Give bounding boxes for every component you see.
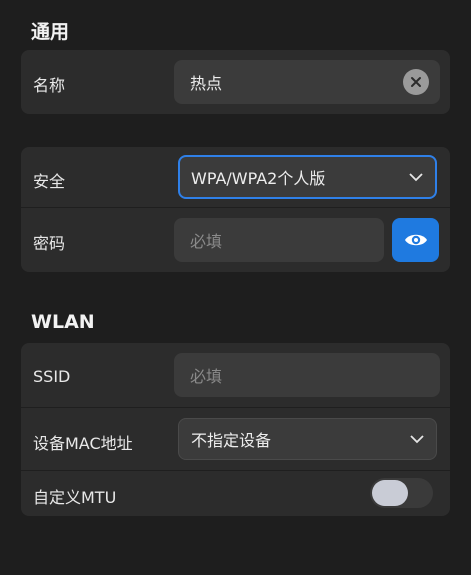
security-card: 安全 WPA/WPA2个人版 密码 必填 — [21, 147, 450, 272]
name-label: 名称 — [33, 76, 66, 95]
name-value: 热点 — [190, 74, 223, 93]
password-label: 密码 — [33, 234, 66, 253]
ssid-input[interactable]: 必填 — [174, 353, 440, 397]
password-input[interactable]: 必填 — [174, 218, 384, 262]
mac-select[interactable]: 不指定设备 — [178, 418, 437, 460]
mtu-label: 自定义MTU — [33, 488, 117, 507]
mac-row: 设备MAC地址 不指定设备 — [21, 408, 450, 470]
security-row: 安全 WPA/WPA2个人版 — [21, 147, 450, 208]
mtu-toggle[interactable] — [370, 478, 433, 508]
mac-label: 设备MAC地址 — [33, 434, 133, 453]
clear-icon[interactable] — [403, 69, 429, 95]
general-section-title: 通用 — [31, 21, 70, 43]
name-field[interactable]: 热点 — [174, 60, 440, 104]
show-password-button[interactable] — [392, 218, 439, 262]
security-label: 安全 — [33, 172, 66, 191]
toggle-knob — [372, 480, 408, 506]
security-value: WPA/WPA2个人版 — [191, 169, 326, 188]
password-placeholder: 必填 — [190, 232, 223, 251]
chevron-down-icon — [410, 435, 424, 444]
password-row: 密码 必填 — [21, 208, 450, 272]
general-card: 名称 热点 — [21, 50, 450, 114]
wlan-card: SSID 必填 设备MAC地址 不指定设备 自定义MTU — [21, 343, 450, 516]
ssid-placeholder: 必填 — [190, 367, 223, 386]
mac-value: 不指定设备 — [191, 431, 272, 450]
mtu-row: 自定义MTU — [21, 471, 450, 516]
wlan-section-title: WLAN — [31, 311, 95, 333]
eye-icon — [404, 234, 427, 246]
chevron-down-icon — [409, 173, 423, 182]
security-select[interactable]: WPA/WPA2个人版 — [178, 155, 437, 199]
ssid-label: SSID — [33, 367, 71, 386]
ssid-row: SSID 必填 — [21, 343, 450, 407]
